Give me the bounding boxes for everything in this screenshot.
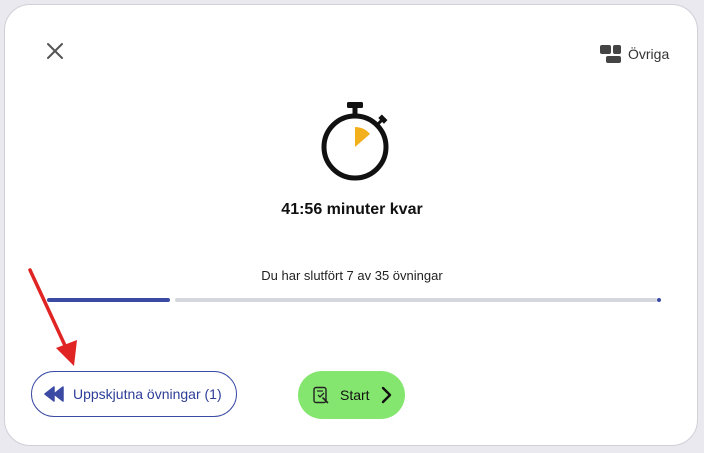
rewind-icon: [44, 386, 64, 402]
close-button[interactable]: [43, 39, 67, 63]
time-left-label: 41:56 minuter kvar: [281, 201, 423, 218]
postponed-label: Uppskjutna övningar (1): [73, 386, 222, 402]
layout-icon: [600, 45, 621, 63]
progress-fill: [47, 298, 170, 302]
start-button[interactable]: Start: [298, 371, 405, 419]
progress-remaining: [175, 298, 657, 302]
stopwatch-icon: [321, 102, 389, 181]
postponed-exercises-button[interactable]: Uppskjutna övningar (1): [31, 371, 237, 417]
chevron-right-icon: [381, 386, 391, 404]
progress-end-dot: [657, 298, 661, 302]
exercise-icon: [313, 386, 329, 404]
exercise-card: Övriga 41:56 minuter kvar Du har slutför…: [4, 4, 698, 446]
start-label: Start: [340, 387, 370, 403]
other-button[interactable]: Övriga: [600, 42, 669, 66]
progress-bar: [47, 298, 661, 302]
other-label: Övriga: [628, 46, 670, 62]
close-icon: [47, 43, 63, 59]
progress-label: Du har slutfört 7 av 35 övningar: [261, 268, 443, 283]
